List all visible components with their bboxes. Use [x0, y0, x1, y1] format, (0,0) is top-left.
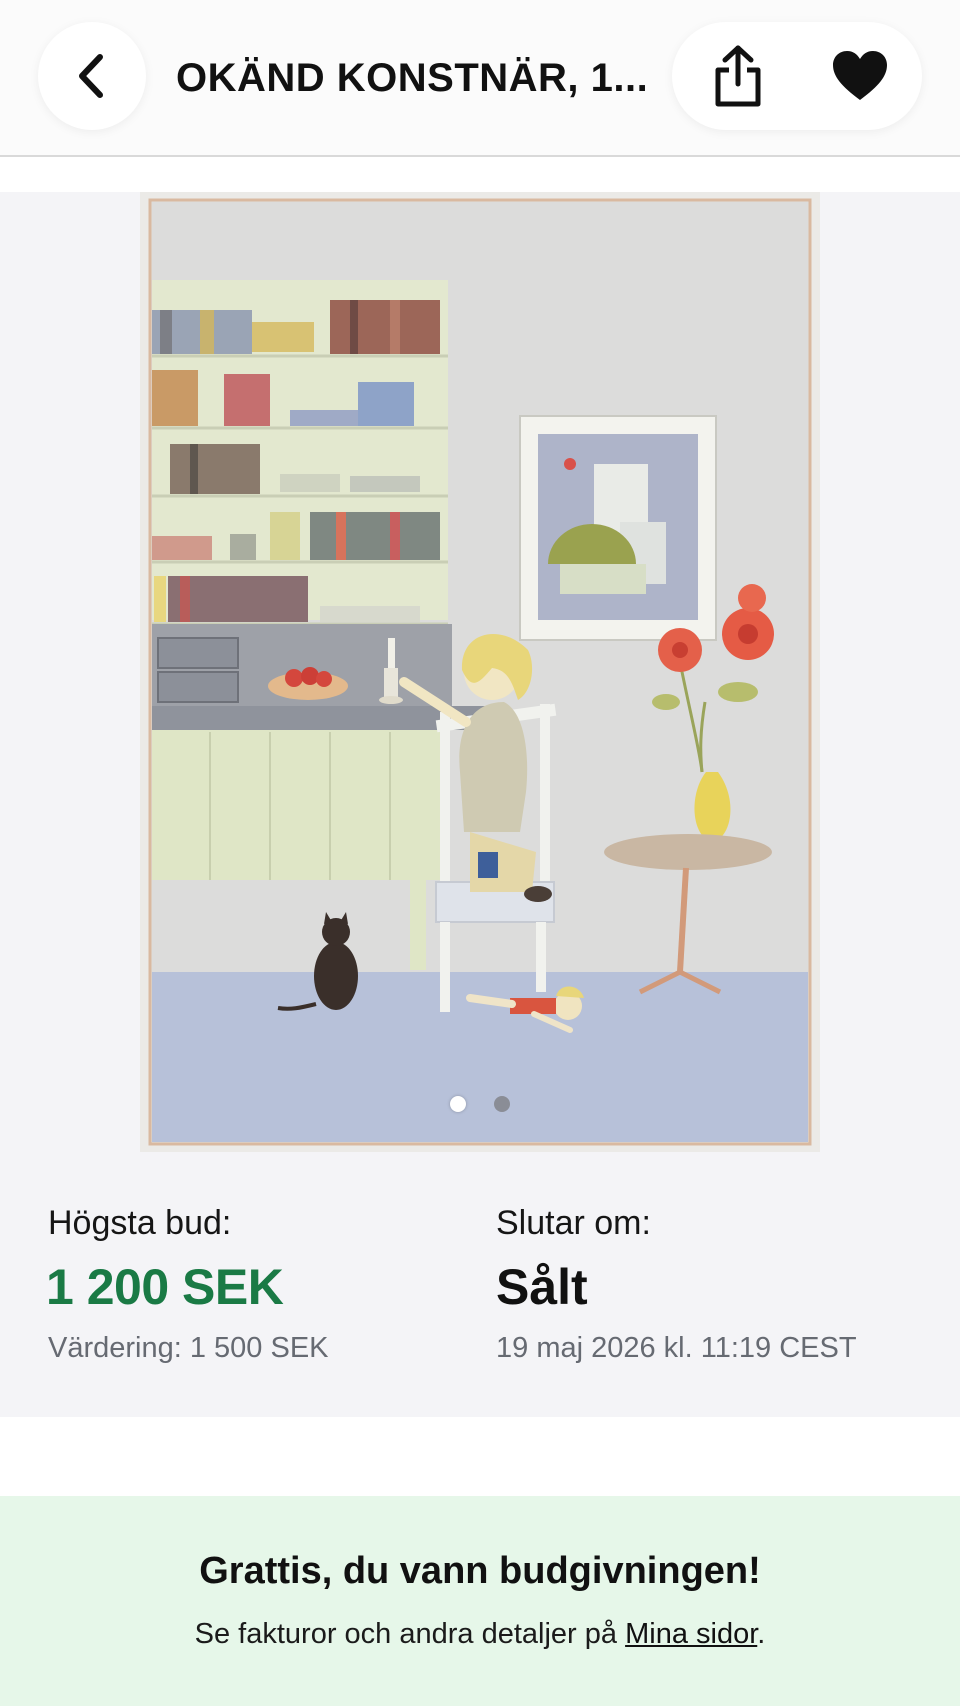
highest-bid-value: 1 200 SEK [46, 1259, 284, 1315]
share-button[interactable] [702, 40, 774, 112]
image-gallery[interactable]: Högsta bud: 1 200 SEK Värdering: 1 500 S… [0, 192, 960, 1417]
gallery-pagination [0, 1096, 960, 1116]
gallery-dot-1[interactable] [450, 1096, 466, 1112]
chevron-left-icon [79, 54, 103, 98]
header-actions [672, 22, 922, 130]
top-bar: OKÄND KONSTNÄR, 1... [0, 0, 960, 157]
page-title: OKÄND KONSTNÄR, 1... [176, 56, 646, 100]
ends-in-label: Slutar om: [496, 1204, 651, 1242]
my-pages-link[interactable]: Mina sidor [625, 1618, 757, 1650]
share-icon [715, 45, 761, 107]
favorite-button[interactable] [824, 40, 896, 112]
artwork-image[interactable] [140, 192, 820, 1152]
winner-message: Se fakturor och andra detaljer på Mina s… [0, 1618, 960, 1651]
back-button[interactable] [38, 22, 146, 130]
estimate-text: Värdering: 1 500 SEK [48, 1332, 329, 1364]
gallery-dot-2[interactable] [494, 1096, 510, 1112]
winner-banner: Grattis, du vann budgivningen! Se faktur… [0, 1496, 960, 1706]
highest-bid-label: Högsta bud: [48, 1204, 232, 1242]
auction-status: Sålt [496, 1259, 588, 1315]
heart-icon [833, 51, 887, 100]
winner-title: Grattis, du vann budgivningen! [199, 1550, 761, 1592]
winner-message-end: . [757, 1618, 766, 1650]
winner-message-text: Se fakturor och andra detaljer på [194, 1618, 626, 1650]
end-date-text: 19 maj 2026 kl. 11:19 CEST [496, 1332, 857, 1364]
